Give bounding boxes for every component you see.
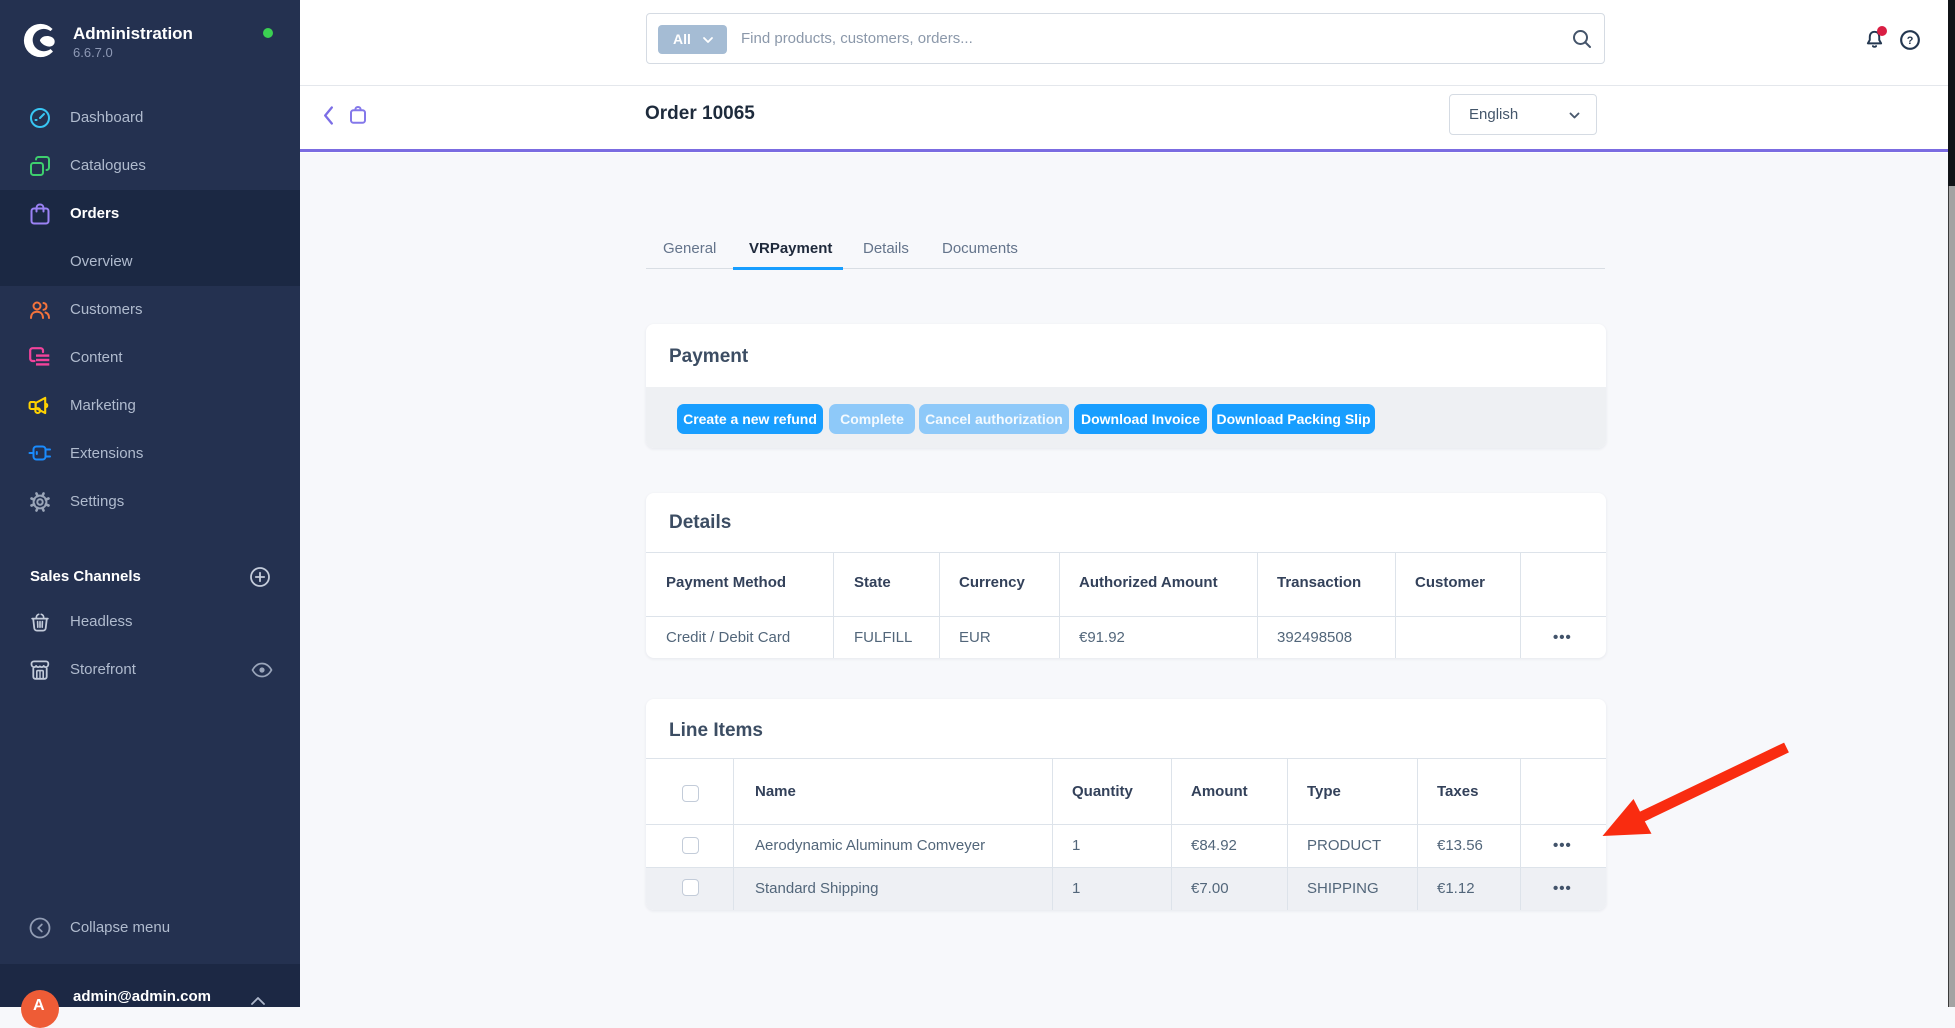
svg-text:?: ?	[1907, 35, 1914, 47]
